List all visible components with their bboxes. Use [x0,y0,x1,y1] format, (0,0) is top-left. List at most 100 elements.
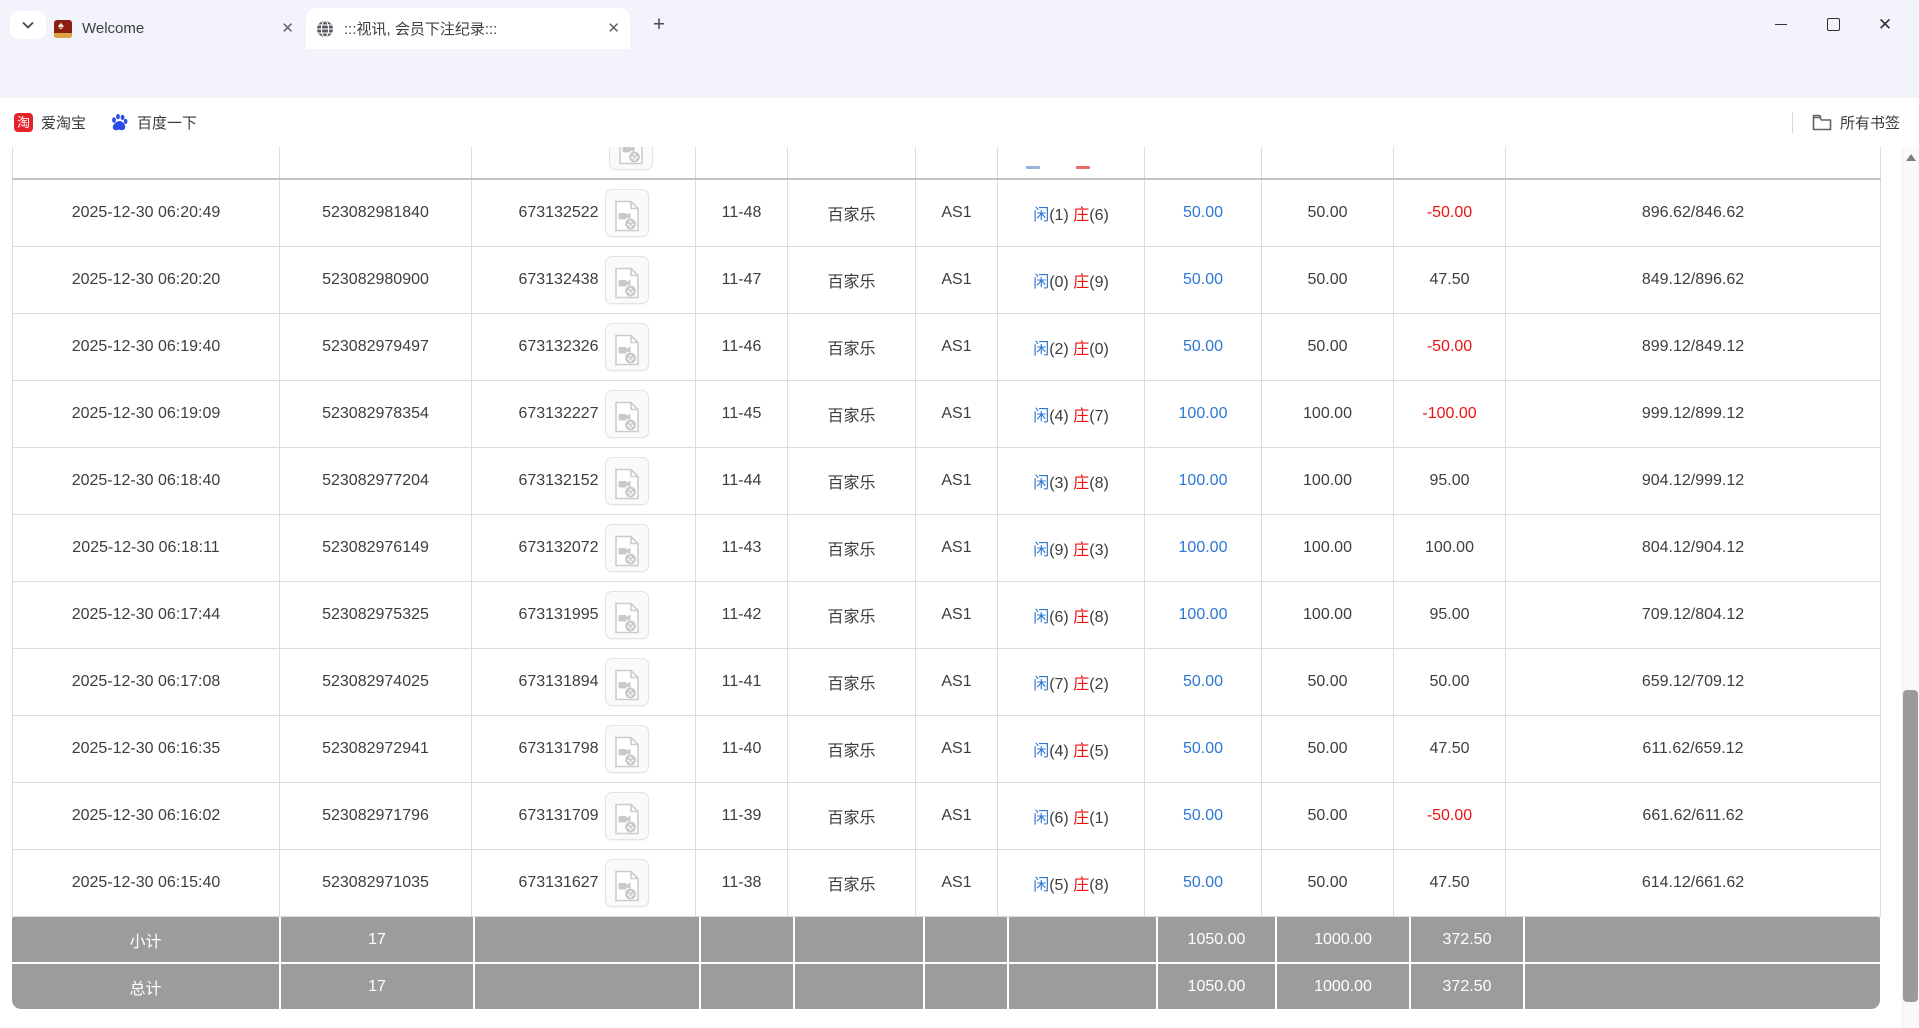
cell-balance [1506,147,1881,179]
total-empty [1525,964,1880,1009]
bet-amount-link[interactable]: 100.00 [1179,539,1228,556]
cell-bet-amount: 100.00 [1145,381,1262,448]
player-label: 闲 [1033,408,1049,425]
cell-bet-id [280,147,472,179]
summary-bars: 小计 17 1050.00 1000.00 372.50 总计 17 1050.… [12,917,1880,1009]
video-replay-button[interactable] [605,457,649,505]
cell-win-loss [1394,147,1506,179]
bet-amount-link[interactable]: 50.00 [1183,204,1223,221]
cell-game: 百家乐 [788,850,916,917]
minimize-button[interactable] [1755,0,1807,49]
cell-round-id [472,147,696,179]
cell-bet-content: 闲(3) 庄(8) [998,448,1145,515]
cell-round-id: 673132438 [472,247,696,314]
cell-game: 百家乐 [788,314,916,381]
new-tab-button[interactable]: + [646,13,672,39]
tab-search-button[interactable] [10,11,46,39]
tab-close-icon[interactable]: ✕ [281,21,294,36]
cell-bet-amount: 50.00 [1145,850,1262,917]
video-replay-button[interactable] [605,859,649,907]
video-replay-button[interactable] [605,792,649,840]
video-replay-button[interactable] [605,323,649,371]
total-valid: 1000.00 [1277,964,1409,1009]
scrollbar-thumb[interactable] [1903,690,1918,1002]
tab-title: Welcome [82,20,271,37]
cell-bet-amount: 50.00 [1145,783,1262,850]
player-label: 闲 [1033,341,1049,358]
video-replay-button[interactable] [605,189,649,237]
cell-valid-amount: 50.00 [1262,247,1394,314]
bookmark-aitaobao[interactable]: 淘 爱淘宝 [14,110,86,135]
player-point: (1) [1049,207,1069,224]
cell-round: 11-47 [696,247,788,314]
player-point: (6) [1049,810,1069,827]
cell-bet-amount: 100.00 [1145,448,1262,515]
tab-close-icon[interactable]: ✕ [607,21,620,36]
round-id-text: 673132522 [518,204,598,221]
scrollbar-up-arrow[interactable] [1906,154,1916,161]
cell-round-id: 673131798 [472,716,696,783]
all-bookmarks-button[interactable]: 所有书签 [1812,110,1900,135]
total-count: 17 [281,964,473,1009]
video-replay-button[interactable] [605,390,649,438]
cell-game: 百家乐 [788,448,916,515]
minimize-icon [1775,24,1787,25]
cell-valid-amount: 50.00 [1262,649,1394,716]
video-replay-button[interactable] [605,524,649,572]
video-file-icon [614,736,640,768]
bet-amount-link[interactable]: 50.00 [1183,271,1223,288]
banker-label: 庄 [1073,475,1089,492]
cell-game: 百家乐 [788,515,916,582]
cell-table: AS1 [916,850,998,917]
bet-amount-link[interactable]: 50.00 [1183,874,1223,891]
player-point: (5) [1049,877,1069,894]
cell-win-loss: 95.00 [1394,582,1506,649]
bet-amount-link[interactable]: 50.00 [1183,673,1223,690]
close-window-button[interactable]: ✕ [1859,0,1911,49]
banker-point: (8) [1089,475,1109,492]
cell-bet-id: 523082976149 [280,515,472,582]
cell-win-loss: 47.50 [1394,247,1506,314]
cell-time: 2025-12-30 06:20:49 [13,179,280,247]
cell-round: 11-43 [696,515,788,582]
video-replay-button[interactable] [605,658,649,706]
cell-table: AS1 [916,649,998,716]
player-point: (3) [1049,475,1069,492]
cell-game: 百家乐 [788,783,916,850]
banker-label: 庄 [1073,207,1089,224]
maximize-button[interactable] [1807,0,1859,49]
cell-win-loss: 50.00 [1394,649,1506,716]
bet-amount-link[interactable]: 100.00 [1179,472,1228,489]
bet-amount-link[interactable]: 50.00 [1183,740,1223,757]
round-id-text: 673132326 [518,338,598,355]
round-id-text: 673132072 [518,539,598,556]
bet-amount-link[interactable]: 100.00 [1179,606,1228,623]
bookmark-baidu[interactable]: 百度一下 [110,110,197,135]
cell-valid-amount: 50.00 [1262,179,1394,247]
table-row: 2025-12-30 06:16:02 523082971796 6731317… [13,783,1881,850]
tab-bet-record[interactable]: :::视讯, 会员下注纪录::: ✕ [306,8,630,49]
bookmarks-bar: 淘 爱淘宝 百度一下 所有书签 [0,98,1919,147]
cell-table: AS1 [916,314,998,381]
gold-bar [54,33,72,38]
cell-round-id: 673132072 [472,515,696,582]
cell-game: 百家乐 [788,582,916,649]
video-replay-button[interactable] [605,256,649,304]
bet-amount-link[interactable]: 100.00 [1179,405,1228,422]
player-label: 闲 [1033,475,1049,492]
cell-bet-content: 闲(6) 庄(8) [998,582,1145,649]
round-id-text: 673131995 [518,606,598,623]
video-replay-button[interactable] [609,147,653,170]
cell-game: 百家乐 [788,179,916,247]
bet-amount-link[interactable]: 50.00 [1183,338,1223,355]
bet-amount-link[interactable]: 50.00 [1183,807,1223,824]
spade-glyph: ♠ [58,21,64,32]
page-content: 2025-12-30 06:20:49 523082981840 6731325… [0,147,1919,1028]
cell-win-loss: 100.00 [1394,515,1506,582]
video-replay-button[interactable] [605,591,649,639]
tab-welcome[interactable]: ♠ Welcome ✕ [44,8,304,49]
banker-label: 庄 [1073,341,1089,358]
cell-round: 11-41 [696,649,788,716]
video-replay-button[interactable] [605,725,649,773]
cell-table: AS1 [916,515,998,582]
